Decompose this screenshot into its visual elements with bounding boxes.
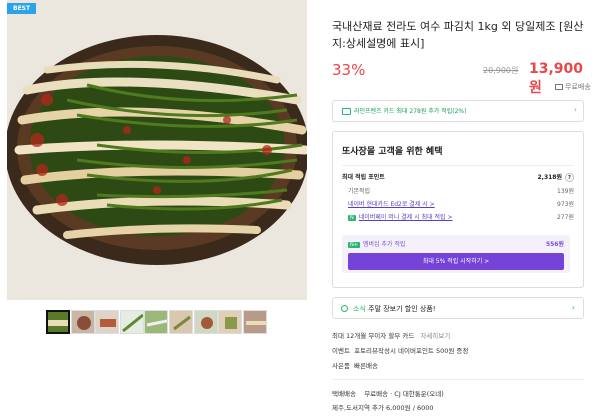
discount-rate: 33% [332,61,366,79]
thumbnail[interactable] [218,310,243,334]
gift-text: 빠른배송 [354,362,379,370]
best-badge: BEST [7,3,37,14]
event-text: 포토리뷰작성시 네이버포인트 500원 증정 [354,347,469,355]
delivery-text: 무료배송 · CJ 대한통운(오네) [364,390,444,398]
max-points-label: 최대 적립 포인트 [342,174,385,181]
membership-text: 멤버십 추가 적립 [362,241,406,248]
max-points-value: 2,318원 [537,174,563,181]
points-row-value: 139원 [557,188,574,195]
shipping-text: 무료배송 [565,83,591,91]
thumbnail[interactable] [95,310,120,334]
thumbnail[interactable] [46,310,70,334]
thumbnail[interactable] [144,310,169,334]
points-row-label[interactable]: 네이버 현대카드 Ed2로 결제 시 > [348,201,435,208]
gift-row: 사은품 빠른배송 [332,360,592,370]
divider [332,379,584,380]
card-icon [342,108,351,115]
coupon-prefix: 소식 [353,305,366,313]
points-row-value: 277원 [557,214,574,221]
coupon-message: 주말 장보기 할인 상품! [368,305,436,313]
chevron-right-icon: › [571,303,575,312]
points-row-label: 기본적립 [348,188,371,195]
npay-icon: N [348,215,356,221]
benefit-title: 또사장몰 고객을 위한 혜택 [342,147,443,157]
membership-box: N+ 멤버십 추가 적립 556원 최대 5% 적립 시작하기 > [342,235,570,273]
installment-row: 최대 12개월 무이자 할부 카드 자세히보기 [332,330,592,340]
thumbnail[interactable] [193,310,218,334]
points-row-npay[interactable]: N 네이버페이 머니 결제 시 최대 적립 > 277원 [342,212,574,221]
thumbnail[interactable] [168,310,193,334]
bell-icon [341,305,348,312]
delivery-row: 택배배송 무료배송 · CJ 대한통운(오네) [332,388,592,398]
gift-label: 사은품 [332,362,350,370]
delivery-extra: 제주,도서지역 추가 6,000원 / 6000 [332,404,434,412]
coupon-banner[interactable]: 소식 주말 장보기 할인 상품! › [332,297,584,319]
product-title: 국내산재료 전라도 여수 파김치 1kg 외 당일제조 [원산지:상세설명에 표… [332,20,584,50]
shipping-label: 무료배송 [555,82,591,92]
event-label: 이벤트 [332,347,350,355]
thumbnail[interactable] [70,310,95,334]
divider [342,165,574,166]
thumbnail-strip [46,310,267,334]
membership-start-button[interactable]: 최대 5% 적립 시작하기 > [348,253,564,270]
thumbnail[interactable] [242,310,267,334]
points-row-basic: 기본적립 139원 [342,186,574,195]
card-promo-text: 라인프렌즈 카드 최대 278원 추가 적립(2%) [354,108,467,115]
pa-kimchi-photo [7,0,307,300]
event-row: 이벤트 포토리뷰작성시 네이버포인트 500원 증정 [332,345,592,355]
chevron-right-icon: › [573,105,577,114]
delivery-label: 택배배송 [332,390,356,398]
card-promo-banner[interactable]: 라인프렌즈 카드 최대 278원 추가 적립(2%) › [332,100,584,122]
truck-icon [555,84,563,90]
membership-value: 556원 [545,241,564,248]
installment-detail-link[interactable]: 자세히보기 [420,332,450,340]
points-row-value: 973원 [557,201,574,208]
points-row-label[interactable]: 네이버페이 머니 결제 시 최대 적립 > [359,214,453,221]
nplus-icon: N+ [348,242,360,248]
help-icon[interactable]: ? [565,173,574,182]
product-info-panel: 국내산재료 전라도 여수 파김치 1kg 외 당일제조 [원산지:상세설명에 표… [332,0,594,419]
max-points-row: 최대 적립 포인트 2,318원? [342,172,574,182]
thumbnail[interactable] [119,310,144,334]
benefit-box: 또사장몰 고객을 위한 혜택 최대 적립 포인트 2,318원? 기본적립 13… [332,131,584,288]
installment-text: 최대 12개월 무이자 할부 카드 [332,332,415,340]
points-row-card[interactable]: 네이버 현대카드 Ed2로 결제 시 > 973원 [342,199,574,208]
coupon-text: 소식 주말 장보기 할인 상품! [353,304,436,314]
membership-label: N+ 멤버십 추가 적립 [348,239,405,248]
product-main-image[interactable] [7,0,307,300]
product-gallery: BEST [0,0,310,419]
original-price: 20,900원 [483,66,519,75]
